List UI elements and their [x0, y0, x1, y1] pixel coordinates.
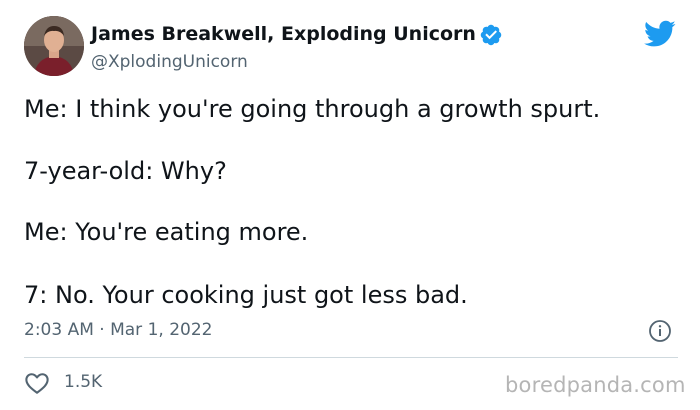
tweet-text-line: 7-year-old: Why?	[24, 157, 227, 185]
tweet-text-line: Me: I think you're going through a growt…	[24, 95, 601, 123]
tweet-timestamp[interactable]: 2:03 AM · Mar 1, 2022	[24, 320, 212, 340]
like-count[interactable]: 1.5K	[64, 372, 102, 392]
user-handle[interactable]: @XplodingUnicorn	[91, 52, 248, 72]
avatar[interactable]	[24, 16, 84, 76]
tweet-text-line: 7: No. Your cooking just got less bad.	[24, 281, 468, 309]
heart-icon[interactable]	[24, 371, 50, 395]
info-icon[interactable]	[648, 319, 672, 343]
avatar-photo	[24, 16, 84, 76]
divider	[24, 357, 678, 358]
watermark: boredpanda.com	[505, 373, 686, 397]
verified-badge-icon	[480, 24, 502, 46]
twitter-bird-icon[interactable]	[644, 20, 676, 48]
display-name[interactable]: James Breakwell, Exploding Unicorn	[91, 23, 476, 45]
tweet-text-line: Me: You're eating more.	[24, 218, 309, 246]
